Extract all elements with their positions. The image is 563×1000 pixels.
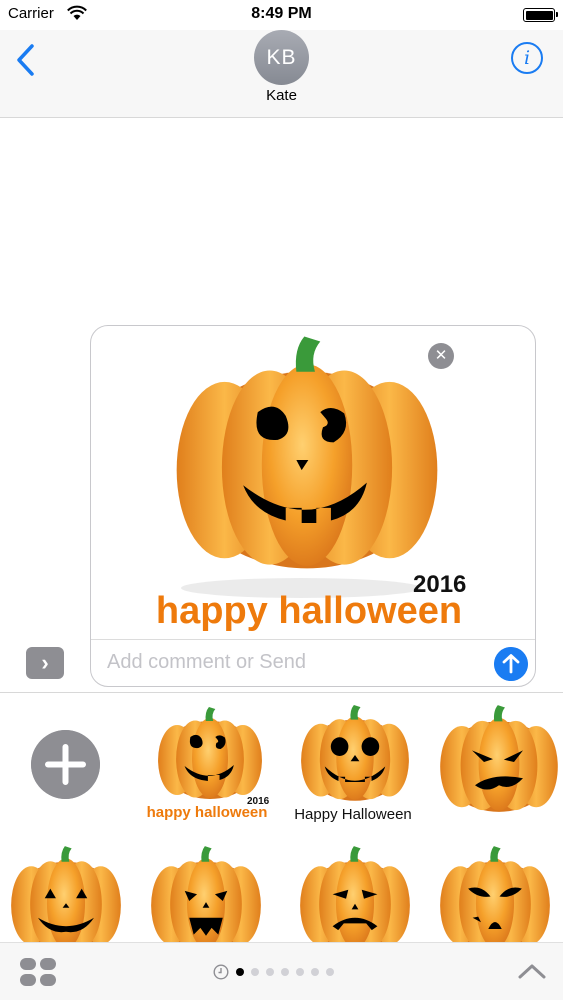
sticker-happy-halloween-jack-o-lantern[interactable]: Happy Halloween [290, 704, 420, 829]
page-indicator[interactable] [213, 963, 334, 981]
page-dot[interactable] [251, 968, 259, 976]
info-button[interactable]: i [511, 42, 543, 74]
app-grid-icon[interactable] [20, 958, 56, 986]
expand-apps-button[interactable]: › [26, 647, 64, 679]
avatar[interactable]: KB [254, 30, 309, 85]
chevron-up-icon[interactable] [517, 961, 547, 981]
compose-divider [91, 639, 535, 640]
page-dot[interactable] [236, 968, 244, 976]
recents-clock-icon[interactable] [213, 964, 229, 980]
send-button[interactable] [494, 647, 528, 681]
remove-sticker-button[interactable]: ✕ [428, 343, 454, 369]
status-bar: Carrier 8:49 PM [0, 0, 563, 30]
app-drawer-toolbar [0, 942, 563, 1000]
sticker-smiling-pumpkin[interactable] [8, 845, 123, 942]
sticker-sad-pumpkin[interactable] [297, 845, 412, 942]
contact-name[interactable]: Kate [0, 87, 563, 104]
page-dot[interactable] [326, 968, 334, 976]
conversation-header: KB Kate i [0, 30, 563, 118]
message-input[interactable] [107, 651, 487, 674]
sticker-caption: happy halloween [147, 804, 268, 821]
sticker-happy-halloween-2016[interactable]: 2016 happy halloween [145, 704, 275, 829]
page-dot[interactable] [311, 968, 319, 976]
sticker-scary-pumpkin[interactable] [148, 845, 263, 942]
page-dot[interactable] [296, 968, 304, 976]
battery-icon [523, 8, 558, 22]
sticker-angry-pumpkin[interactable] [435, 704, 560, 824]
sticker-preview: 2016 happy halloween [156, 336, 466, 632]
drawer-divider [0, 692, 563, 693]
back-button[interactable] [12, 42, 42, 78]
add-sticker-button[interactable] [31, 730, 100, 799]
sticker-evil-pumpkin[interactable] [437, 845, 552, 942]
sticker-caption: happy halloween [156, 590, 462, 632]
page-dot[interactable] [281, 968, 289, 976]
compose-box: 2016 happy halloween ✕ [90, 325, 536, 687]
page-dot[interactable] [266, 968, 274, 976]
sticker-caption: Happy Halloween [294, 806, 412, 823]
clock: 8:49 PM [251, 5, 312, 22]
